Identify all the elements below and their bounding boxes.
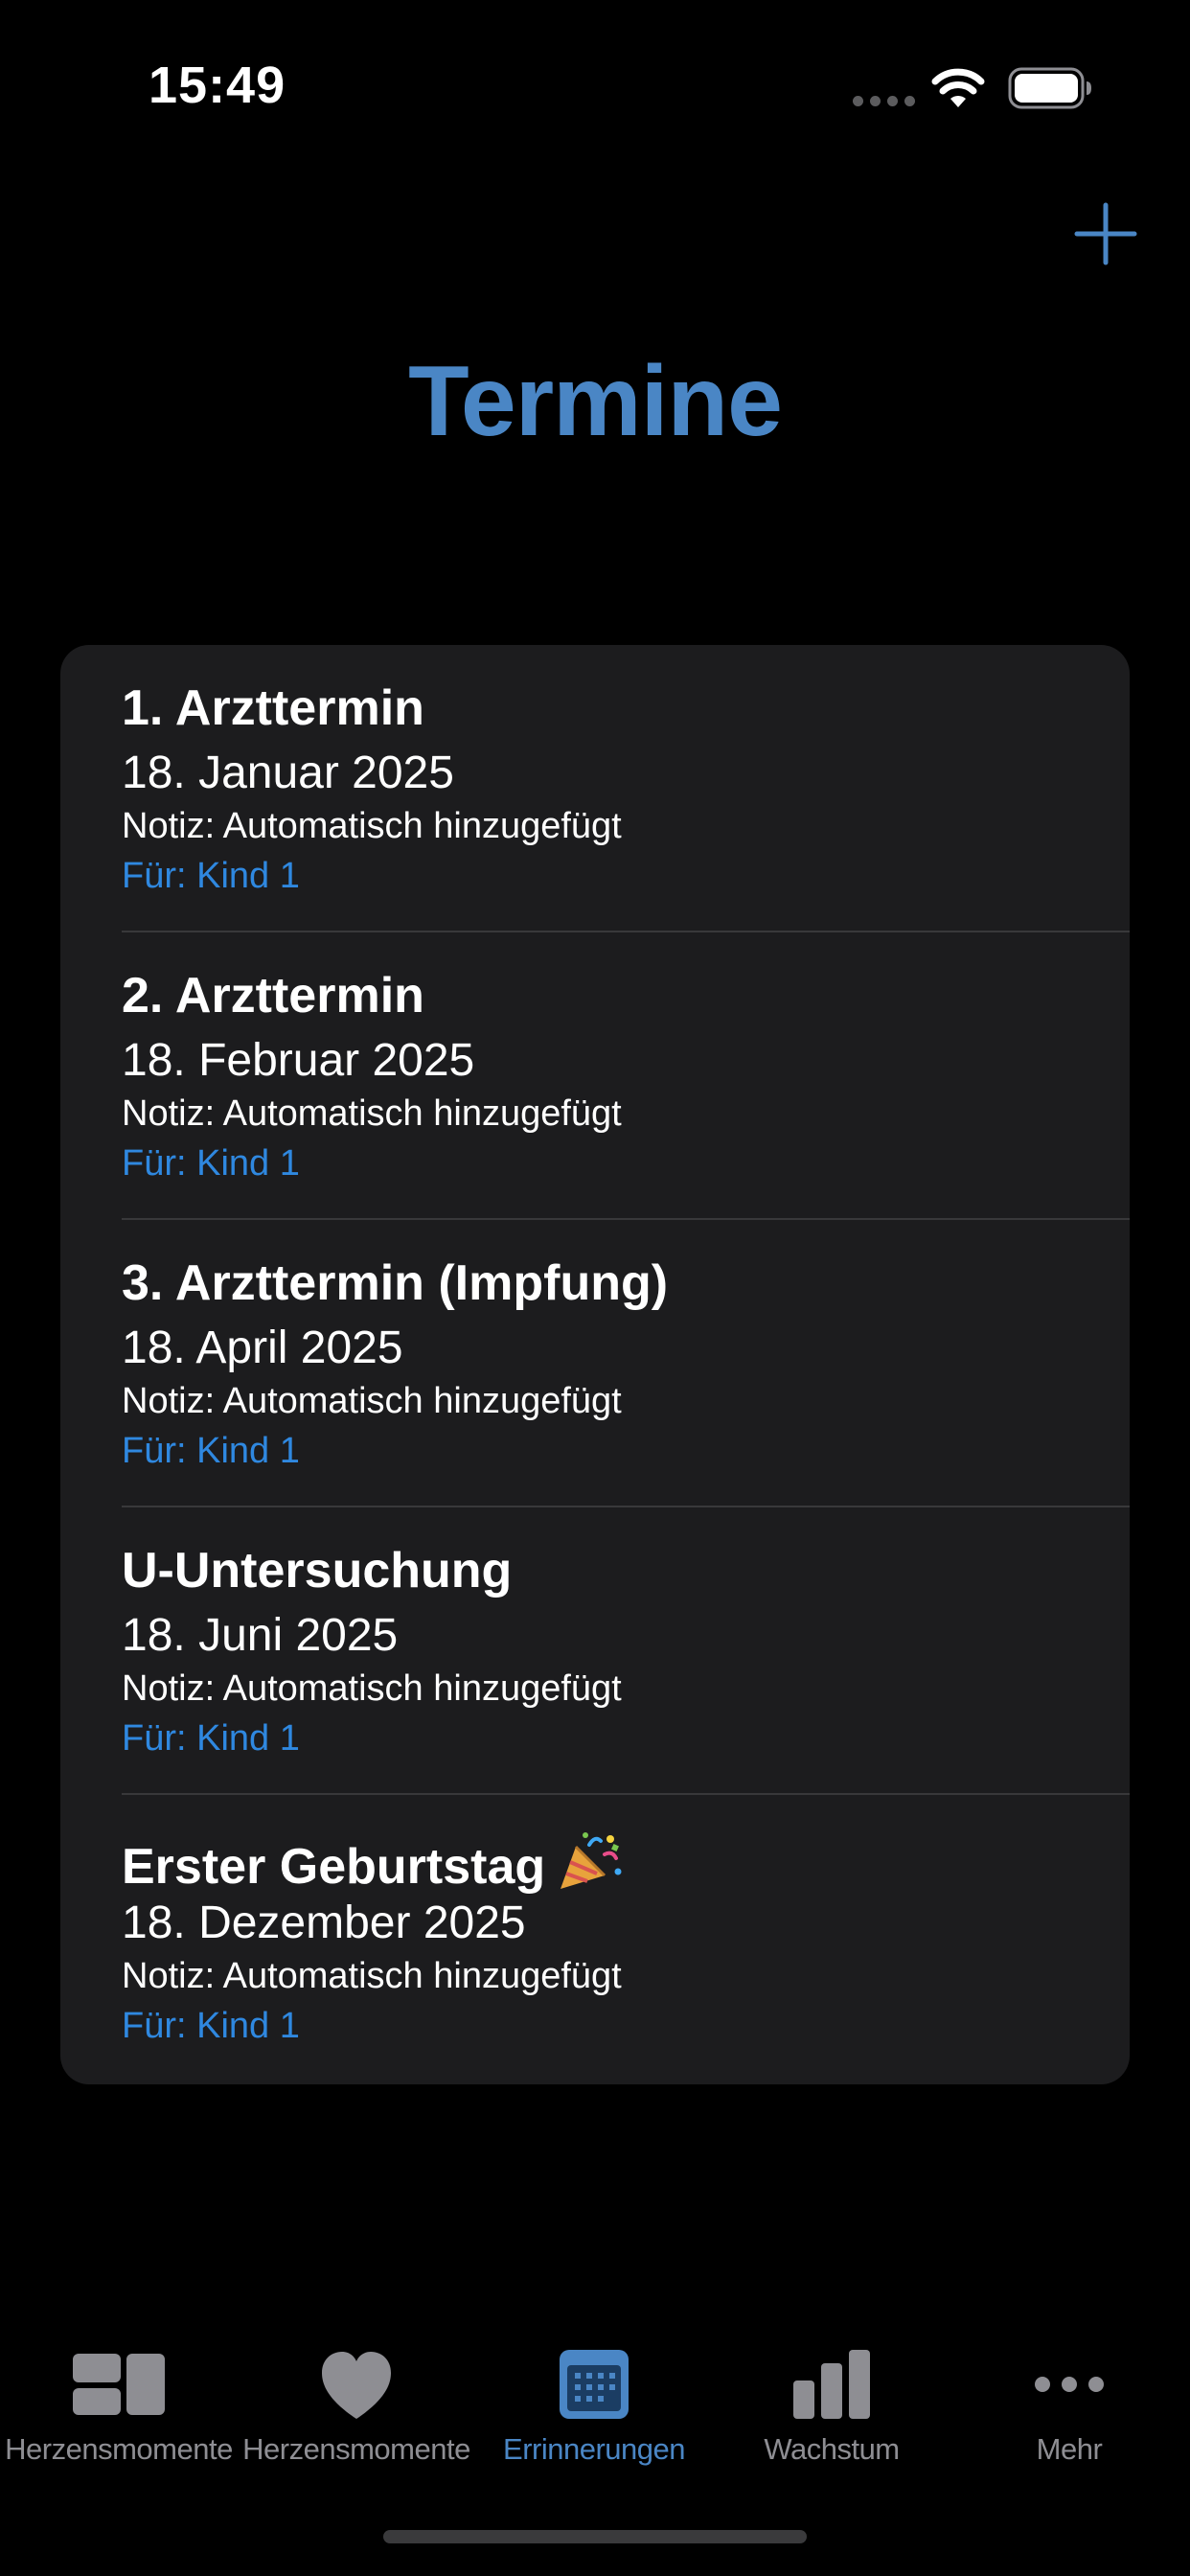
appointment-row[interactable]: 1. Arzttermin 18. Januar 2025 Notiz: Aut… [60,645,1130,932]
bar-chart-icon [793,2350,870,2419]
appointment-date: 18. Februar 2025 [122,1035,475,1086]
tab-wachstum[interactable]: Wachstum [713,2319,950,2482]
heart-icon [322,2352,391,2419]
tab-mehr[interactable]: Mehr [950,2319,1188,2482]
tab-errinnerungen[interactable]: Errinnerungen [475,2319,713,2482]
page-title: Termine [408,346,783,457]
party-popper-icon [561,1832,622,1889]
tab-label: Mehr [1036,2432,1103,2466]
appointment-date: 18. Juni 2025 [122,1610,399,1661]
appointment-for: Für: Kind 1 [122,1431,300,1471]
appointment-note: Notiz: Automatisch hinzugefügt [122,1668,622,1709]
calendar-icon [560,2350,629,2419]
appointment-note: Notiz: Automatisch hinzugefügt [122,1093,622,1134]
tab-herzensmomente-dashboard[interactable]: Herzensmomente [0,2319,238,2482]
tab-label: Herzensmomente [242,2432,470,2466]
tab-label: Herzensmomente [5,2432,233,2466]
appointment-title-wrapper: Erster Geburtstag [122,1829,624,1896]
dashboard-icon [73,2354,165,2415]
appointment-date: 18. Januar 2025 [122,748,454,798]
wifi-icon [931,68,985,107]
appointment-title: U-Untersuchung [122,1543,513,1598]
appointment-note: Notiz: Automatisch hinzugefügt [122,1381,622,1421]
cellular-signal-icon [853,96,915,106]
tab-herzensmomente-heart[interactable]: Herzensmomente [238,2319,475,2482]
appointment-note: Notiz: Automatisch hinzugefügt [122,1956,622,1996]
appointment-row[interactable]: 2. Arzttermin 18. Februar 2025 Notiz: Au… [60,932,1130,1220]
status-time: 15:49 [149,57,286,114]
tab-bar: Herzensmomente Herzensmomente Errinnerun… [0,2319,1190,2482]
appointment-note: Notiz: Automatisch hinzugefügt [122,806,622,846]
plus-icon [1074,202,1137,265]
appointment-row[interactable]: 3. Arzttermin (Impfung) 18. April 2025 N… [60,1220,1130,1507]
tab-label: Wachstum [764,2432,900,2466]
appointment-row[interactable]: Erster Geburtstag 18. Dezember 2025 Noti… [60,1795,1130,2082]
appointment-date: 18. April 2025 [122,1322,403,1373]
appointment-for: Für: Kind 1 [122,1143,300,1184]
appointment-title: 3. Arzttermin (Impfung) [122,1255,669,1311]
battery-icon [1008,67,1091,109]
appointment-title: 1. Arzttermin [122,680,424,736]
appointment-for: Für: Kind 1 [122,2006,300,2046]
home-indicator [383,2530,807,2543]
appointment-for: Für: Kind 1 [122,856,300,896]
appointment-title: Erster Geburtstag [122,1839,546,1895]
appointments-list: 1. Arzttermin 18. Januar 2025 Notiz: Aut… [60,645,1130,2084]
status-bar: 15:49 [0,0,1190,144]
add-button[interactable] [1071,199,1140,268]
appointment-for: Für: Kind 1 [122,1718,300,1759]
appointment-row[interactable]: U-Untersuchung 18. Juni 2025 Notiz: Auto… [60,1507,1130,1795]
appointment-title: 2. Arzttermin [122,968,424,1024]
appointment-date: 18. Dezember 2025 [122,1898,526,1948]
more-icon [1035,2377,1104,2392]
tab-label: Errinnerungen [503,2432,685,2466]
